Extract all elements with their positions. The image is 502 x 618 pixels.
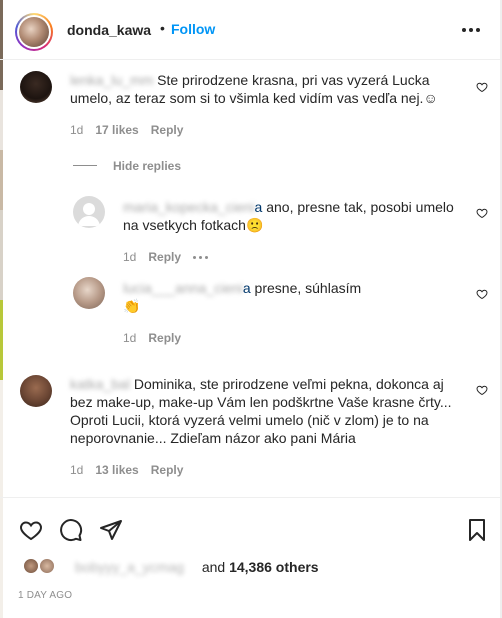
liked-by-row: bobyyy_a_ycmag and 14,386 others [18,557,488,579]
clapping-hands-emoji: 👏 [123,298,141,314]
reply-text: lucia___anna_cienia presne, súhlasím 👏 [123,280,362,314]
follow-button[interactable]: Follow [171,21,215,37]
reply-button[interactable]: Reply [148,250,181,264]
reply-time: 1d [123,331,137,345]
reply-text: maria_kopecka_cienia ano, presne tak, po… [123,199,454,233]
liked-by-text[interactable]: bobyyy_a_ycmag and 14,386 others [75,559,319,575]
heart-icon[interactable] [476,207,488,219]
post-date: 1 DAY AGO [18,590,73,601]
comment-time: 1d [70,123,84,137]
reply-meta: 1d Reply [123,331,181,345]
heart-icon[interactable] [476,81,488,93]
bookmark-icon[interactable] [465,518,489,542]
author-username[interactable]: donda_kawa [67,22,151,38]
separator-dot: • [160,20,165,36]
reply-avatar[interactable] [73,277,105,309]
comment-icon[interactable] [59,518,83,542]
comment-meta: 1d 17 likes Reply [70,123,183,137]
post-header: donda_kawa • Follow [0,0,500,60]
reply-username[interactable]: maria_kopecka_cieni [123,199,255,215]
reply-button[interactable]: Reply [151,123,184,137]
commenter-avatar[interactable] [20,71,52,103]
reply-username[interactable]: lucia___anna_cieni [123,280,243,296]
more-options-icon[interactable] [193,255,209,259]
comment-likes[interactable]: 13 likes [95,463,138,477]
heart-icon[interactable] [476,384,488,396]
reply-time: 1d [123,250,137,264]
commenter-avatar[interactable] [20,375,52,407]
author-avatar[interactable] [15,13,53,51]
comment-time: 1d [70,463,84,477]
liker-username[interactable]: bobyyy_a_ [75,559,143,575]
reply-mention[interactable]: a [243,280,251,296]
heart-icon[interactable] [476,288,488,300]
comments-section: lenka_lu_mm Ste prirodzene krasna, pri v… [0,61,500,496]
commenter-username[interactable]: lenka_lu_mm [70,72,153,88]
comment-meta: 1d 13 likes Reply [70,463,183,477]
sad-face-emoji: 🙁 [245,217,264,233]
reply-button[interactable]: Reply [151,463,184,477]
post-actions [0,497,500,553]
send-icon[interactable] [99,518,123,542]
comment-likes[interactable]: 17 likes [95,123,138,137]
likes-count[interactable]: 14,386 others [229,559,319,575]
more-horizontal-icon[interactable] [462,22,486,38]
liker-avatar[interactable] [38,557,56,575]
heart-icon[interactable] [19,518,43,542]
reply-button[interactable]: Reply [148,331,181,345]
comment-text: katka_bal Dominika, ste prirodzene veľmi… [70,376,452,446]
hide-replies-button[interactable]: Hide replies [113,159,181,173]
commenter-username[interactable]: katka_bal [70,376,130,392]
default-avatar-icon [78,203,100,226]
reply-meta: 1d Reply [123,250,209,264]
reply-avatar[interactable] [73,196,105,228]
comment-text: lenka_lu_mm Ste prirodzene krasna, pri v… [70,72,438,106]
replies-divider [73,165,97,166]
